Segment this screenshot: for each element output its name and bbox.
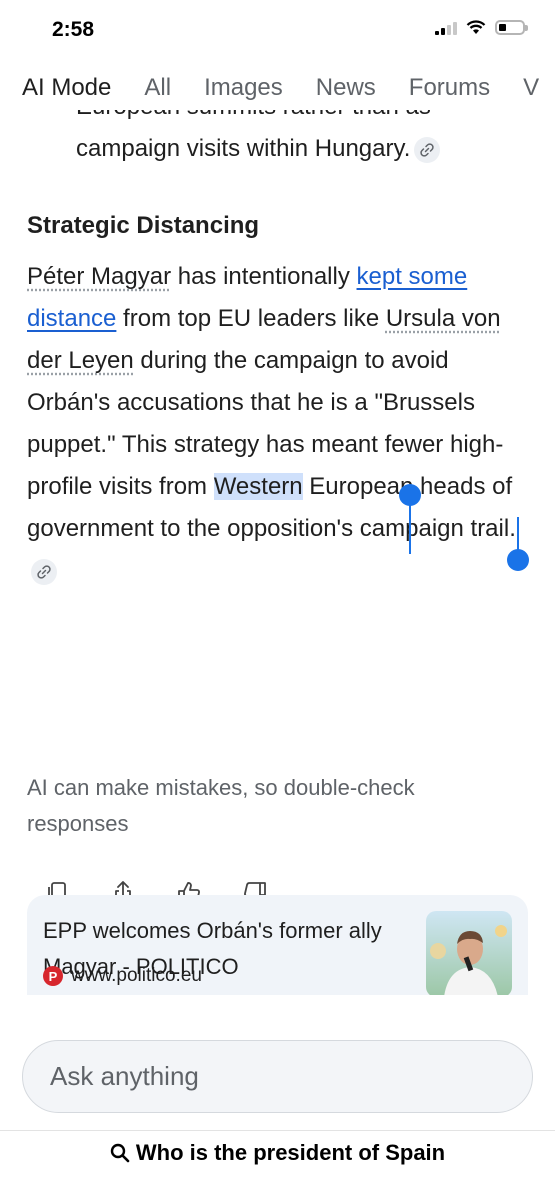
ai-response: European summits rather than as campaign… — [0, 110, 555, 1010]
wifi-icon — [466, 20, 486, 34]
source-link-chip[interactable] — [414, 136, 441, 163]
tab-images[interactable]: Images — [204, 74, 283, 102]
ai-disclaimer: AI can make mistakes, so double-check re… — [27, 775, 415, 836]
tab-news[interactable]: News — [316, 74, 376, 102]
cellular-signal-icon — [435, 21, 457, 35]
link-icon — [37, 564, 51, 579]
source-domain-text: www.politico.eu — [71, 965, 202, 986]
selection-end-handle[interactable] — [507, 517, 529, 571]
source-card[interactable]: EPP welcomes Orbán's former ally Magyar … — [27, 895, 528, 995]
entity-peter-magyar[interactable]: Péter Magyar — [27, 263, 171, 290]
text-run: from top EU leaders like — [116, 305, 386, 332]
link-icon — [420, 142, 435, 157]
source-card-domain: P www.politico.eu — [43, 965, 202, 987]
selected-text[interactable]: Western — [213, 473, 303, 500]
section-title: Strategic Distancing — [27, 212, 260, 239]
battery-icon — [495, 20, 528, 35]
query-text: Who is the president of Spain — [135, 1140, 446, 1165]
ask-input[interactable]: Ask anything — [22, 1040, 533, 1113]
status-icons — [435, 20, 528, 35]
bullet-line: campaign visits within Hungary. — [76, 135, 411, 162]
divider — [0, 1130, 555, 1131]
previous-bullet: European summits rather than as campaign… — [76, 110, 526, 170]
source-card-thumbnail — [426, 911, 512, 995]
selection-start-handle[interactable] — [399, 484, 421, 554]
status-time: 2:58 — [52, 18, 95, 41]
search-mode-tabs: AI Mode All Images News Forums V — [22, 74, 555, 102]
ask-placeholder: Ask anything — [50, 1061, 199, 1091]
tab-videos[interactable]: V — [523, 74, 539, 102]
search-icon — [110, 1143, 130, 1163]
query-pill[interactable]: Who is the president of Spain — [0, 1140, 555, 1166]
status-bar: 2:58 — [0, 0, 555, 62]
tab-forums[interactable]: Forums — [409, 74, 490, 102]
paragraph: Péter Magyar has intentionally kept some… — [27, 256, 527, 592]
tab-all[interactable]: All — [144, 74, 171, 102]
source-link-chip[interactable] — [31, 558, 57, 585]
tab-ai-mode[interactable]: AI Mode — [22, 74, 111, 102]
politico-favicon-icon: P — [43, 966, 63, 986]
clipped-line: European summits rather than as — [76, 110, 526, 128]
text-run: has intentionally — [171, 263, 357, 290]
